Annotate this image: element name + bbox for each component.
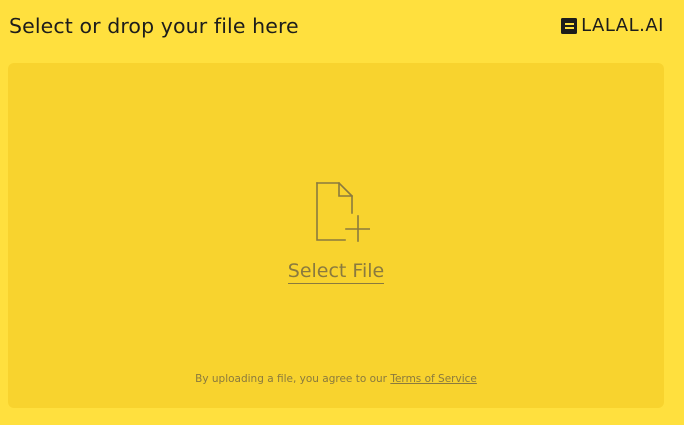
file-plus-icon[interactable]: [314, 182, 370, 244]
brand-name: LALAL.AI: [581, 15, 664, 36]
terms-of-service-link[interactable]: Terms of Service: [390, 373, 477, 385]
brand-logo[interactable]: LALAL.AI: [561, 16, 664, 36]
terms-prefix: By uploading a file, you agree to our: [195, 373, 391, 385]
header: Select or drop your file here LALAL.AI: [0, 0, 684, 60]
lalal-logo-icon: [561, 18, 578, 34]
select-file-button[interactable]: Select File: [287, 260, 385, 284]
terms-notice: By uploading a file, you agree to our Te…: [8, 373, 664, 385]
select-file-container: Select File: [8, 260, 664, 284]
page-title: Select or drop your file here: [9, 14, 299, 38]
file-dropzone[interactable]: Select File By uploading a file, you agr…: [8, 63, 664, 408]
